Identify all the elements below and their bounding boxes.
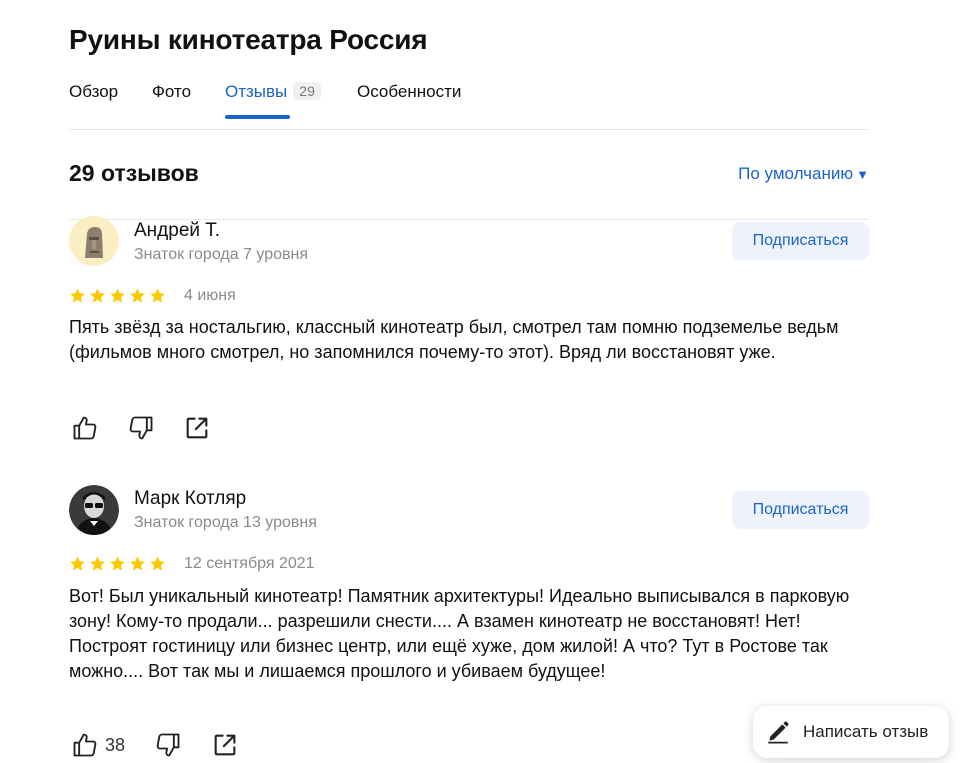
review-text: Пять звёзд за ностальгию, классный кинот… — [69, 317, 839, 362]
header-divider — [69, 129, 869, 130]
thumbs-down-icon — [156, 733, 180, 757]
star-icon — [130, 288, 145, 303]
like-button[interactable]: 38 — [71, 731, 125, 759]
author-level: Знаток города 13 уровня — [134, 514, 317, 531]
star-icon — [150, 556, 165, 571]
share-icon — [186, 417, 208, 439]
share-button[interactable] — [183, 414, 211, 442]
star-icon — [90, 556, 105, 571]
pencil-icon — [768, 721, 789, 744]
star-icon — [110, 556, 125, 571]
review-date: 4 июня — [184, 287, 236, 304]
tab-features[interactable]: Особенности — [357, 82, 461, 102]
sort-dropdown-label: По умолчанию — [738, 164, 854, 183]
star-icon — [90, 288, 105, 303]
author-name[interactable]: Андрей Т. — [134, 220, 220, 242]
subscribe-button[interactable]: Подписаться — [732, 222, 869, 260]
review-card: Андрей Т. Знаток города 7 уровня Подписа… — [69, 216, 869, 456]
tab-reviews-label: Отзывы — [225, 82, 288, 101]
rating-stars — [69, 287, 166, 305]
sort-dropdown[interactable]: По умолчанию ▼ — [738, 164, 869, 184]
review-card: Марк Котляр Знаток города 13 уровня Подп… — [69, 485, 869, 763]
star-icon — [110, 288, 125, 303]
rating-stars — [69, 555, 166, 573]
thumbs-up-icon — [73, 416, 97, 440]
star-icon — [150, 288, 165, 303]
page-title: Руины кинотеатра Россия — [69, 24, 428, 55]
like-button[interactable] — [71, 414, 99, 442]
tab-photo[interactable]: Фото — [152, 82, 191, 102]
author-level: Знаток города 7 уровня — [134, 246, 309, 263]
review-date: 12 сентября 2021 — [184, 555, 315, 572]
avatar[interactable] — [69, 485, 119, 535]
subscribe-button[interactable]: Подписаться — [732, 491, 869, 529]
author-name[interactable]: Марк Котляр — [134, 488, 246, 510]
avatar[interactable] — [69, 216, 119, 266]
thumbs-up-icon — [73, 733, 97, 757]
star-icon — [130, 556, 145, 571]
tab-overview[interactable]: Обзор — [69, 82, 118, 102]
active-tab-indicator — [225, 115, 290, 119]
share-button[interactable] — [211, 731, 239, 759]
reviews-count-heading: 29 отзывов — [69, 160, 199, 186]
tab-reviews-count-badge: 29 — [293, 82, 321, 100]
write-review-label: Написать отзыв — [803, 722, 929, 741]
star-icon — [70, 556, 85, 571]
review-text: Вот! Был уникальный кинотеатр! Памятник … — [69, 586, 850, 681]
star-icon — [70, 288, 85, 303]
thumbs-down-icon — [129, 416, 153, 440]
like-count: 38 — [105, 734, 126, 755]
write-review-button[interactable]: Написать отзыв — [753, 706, 949, 758]
caret-down-icon: ▼ — [856, 167, 869, 182]
tab-reviews[interactable]: Отзывы 29 — [225, 82, 321, 119]
dislike-button[interactable] — [154, 731, 182, 759]
dislike-button[interactable] — [127, 414, 155, 442]
share-icon — [214, 734, 236, 756]
